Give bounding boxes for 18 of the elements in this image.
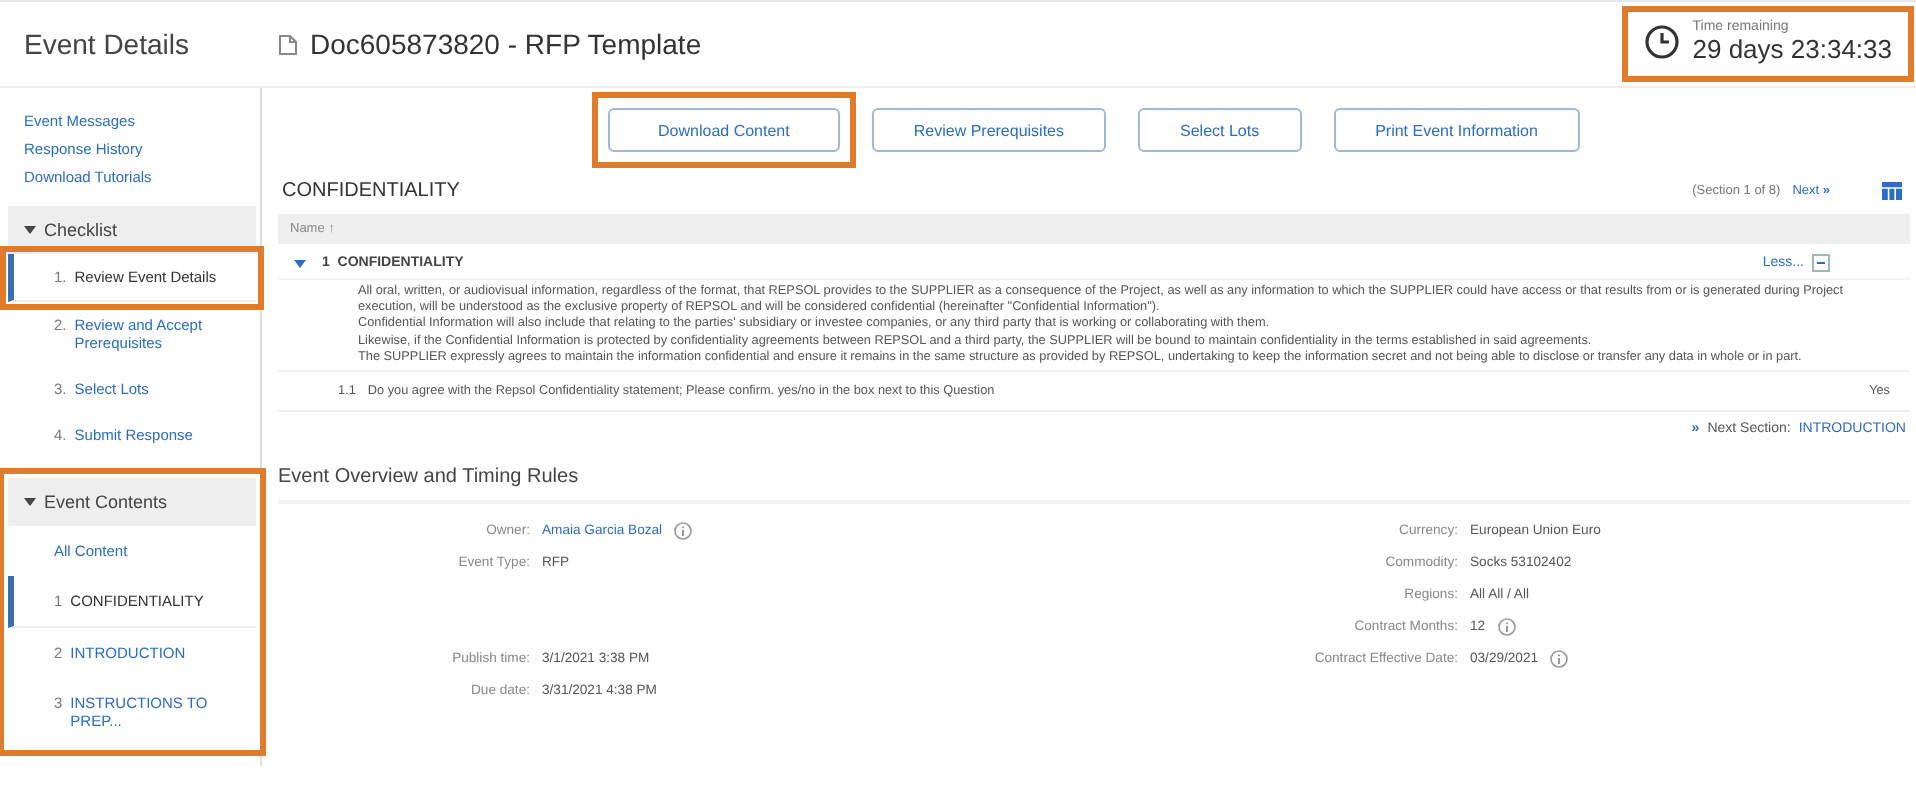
info-icon[interactable] — [1550, 650, 1569, 669]
action-button[interactable]: Download Content — [608, 108, 840, 152]
time-remaining-value: 29 days 23:34:33 — [1692, 34, 1892, 64]
collapse-icon[interactable] — [1812, 254, 1830, 272]
sidebar-section-header[interactable]: Event Contents — [8, 478, 256, 526]
overview-title: Event Overview and Timing Rules — [278, 445, 1910, 504]
action-button[interactable]: Review Prerequisites — [871, 108, 1106, 152]
table-icon[interactable] — [1882, 182, 1902, 200]
document-icon — [278, 33, 298, 55]
action-button[interactable]: Select Lots — [1138, 108, 1302, 152]
info-icon[interactable] — [674, 522, 693, 541]
page-title: Event Details — [24, 28, 191, 60]
document-title: Doc605873820 - RFP Template — [310, 28, 702, 60]
info-icon[interactable] — [1497, 618, 1516, 637]
action-button[interactable]: Print Event Information — [1333, 108, 1580, 152]
caret-icon[interactable] — [294, 257, 306, 269]
section-title: CONFIDENTIALITY — [282, 180, 460, 202]
clock-icon — [1644, 24, 1681, 60]
